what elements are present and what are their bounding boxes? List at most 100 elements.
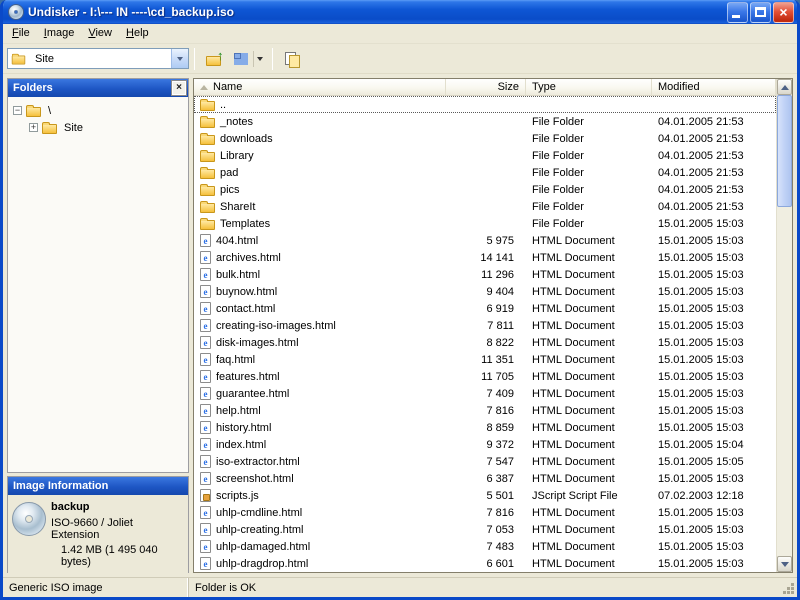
column-header-type[interactable]: Type (526, 79, 652, 96)
file-modified: 07.02.2003 12:18 (652, 490, 776, 502)
folder-icon (200, 186, 215, 196)
minimize-button[interactable] (727, 2, 748, 23)
toolbar-separator (272, 48, 273, 70)
file-modified: 04.01.2005 21:53 (652, 150, 776, 162)
file-type: HTML Document (526, 303, 652, 315)
close-button[interactable]: × (773, 2, 794, 23)
file-row[interactable]: uhlp-damaged.html7 483HTML Document15.01… (194, 538, 776, 555)
file-name: disk-images.html (216, 337, 299, 349)
folder-icon (200, 169, 215, 179)
folder-icon (200, 118, 215, 128)
address-combobox[interactable]: Site (7, 48, 189, 69)
extract-button[interactable] (279, 47, 305, 71)
tree-node-site[interactable]: +Site (10, 119, 186, 136)
file-modified: 15.01.2005 15:03 (652, 303, 776, 315)
file-type: HTML Document (526, 320, 652, 332)
html-document-icon (200, 285, 211, 298)
close-folders-button[interactable]: × (172, 81, 186, 95)
file-row[interactable]: ShareItFile Folder04.01.2005 21:53 (194, 198, 776, 215)
file-size: 11 296 (446, 269, 526, 281)
folder-icon (26, 107, 41, 117)
views-button[interactable] (229, 47, 266, 71)
file-type: File Folder (526, 116, 652, 128)
file-list: NameSizeTypeModified .. _notesFile Folder… (193, 78, 793, 573)
vertical-scrollbar[interactable] (776, 79, 792, 572)
menu-item-help[interactable]: Help (119, 25, 156, 42)
file-row[interactable]: LibraryFile Folder04.01.2005 21:53 (194, 147, 776, 164)
file-row[interactable]: downloadsFile Folder04.01.2005 21:53 (194, 130, 776, 147)
file-name: .. (220, 99, 226, 111)
column-header-name[interactable]: Name (194, 79, 446, 96)
file-name: history.html (216, 422, 271, 434)
file-name: faq.html (216, 354, 255, 366)
collapse-icon[interactable]: − (13, 106, 22, 115)
file-row[interactable]: help.html7 816HTML Document15.01.2005 15… (194, 402, 776, 419)
file-type: HTML Document (526, 337, 652, 349)
file-row[interactable]: faq.html11 351HTML Document15.01.2005 15… (194, 351, 776, 368)
file-row[interactable]: padFile Folder04.01.2005 21:53 (194, 164, 776, 181)
file-name: uhlp-creating.html (216, 524, 303, 536)
file-row[interactable]: creating-iso-images.html7 811HTML Docume… (194, 317, 776, 334)
menu-item-image[interactable]: Image (37, 25, 82, 42)
maximize-button[interactable] (750, 2, 771, 23)
file-row[interactable]: screenshot.html6 387HTML Document15.01.2… (194, 470, 776, 487)
file-type: HTML Document (526, 235, 652, 247)
file-row[interactable]: .. (194, 96, 776, 113)
file-row[interactable]: history.html8 859HTML Document15.01.2005… (194, 419, 776, 436)
file-row[interactable]: features.html11 705HTML Document15.01.20… (194, 368, 776, 385)
file-row[interactable]: TemplatesFile Folder15.01.2005 15:03 (194, 215, 776, 232)
file-type: File Folder (526, 150, 652, 162)
file-row[interactable]: scripts.js5 501JScript Script File07.02.… (194, 487, 776, 504)
file-row[interactable]: 404.html5 975HTML Document15.01.2005 15:… (194, 232, 776, 249)
file-modified: 15.01.2005 15:03 (652, 269, 776, 281)
cd-disc-icon (12, 502, 46, 536)
file-modified: 15.01.2005 15:03 (652, 405, 776, 417)
file-row[interactable]: bulk.html11 296HTML Document15.01.2005 1… (194, 266, 776, 283)
file-type: HTML Document (526, 252, 652, 264)
file-name: buynow.html (216, 286, 277, 298)
file-modified: 15.01.2005 15:03 (652, 388, 776, 400)
folder-icon (200, 101, 215, 111)
file-row[interactable]: contact.html6 919HTML Document15.01.2005… (194, 300, 776, 317)
file-modified: 15.01.2005 15:03 (652, 524, 776, 536)
file-modified: 04.01.2005 21:53 (652, 167, 776, 179)
views-dropdown-icon[interactable] (253, 51, 263, 67)
combobox-dropdown-button[interactable] (171, 49, 188, 68)
scroll-down-button[interactable] (777, 556, 792, 572)
file-row[interactable]: guarantee.html7 409HTML Document15.01.20… (194, 385, 776, 402)
file-row[interactable]: uhlp-cmdline.html7 816HTML Document15.01… (194, 504, 776, 521)
file-modified: 15.01.2005 15:03 (652, 473, 776, 485)
file-row[interactable]: iso-extractor.html7 547HTML Document15.0… (194, 453, 776, 470)
file-row[interactable]: picsFile Folder04.01.2005 21:53 (194, 181, 776, 198)
column-header-size[interactable]: Size (446, 79, 526, 96)
file-modified: 04.01.2005 21:53 (652, 184, 776, 196)
file-row[interactable]: archives.html14 141HTML Document15.01.20… (194, 249, 776, 266)
up-folder-icon: ↑ (206, 52, 223, 66)
scrollbar-thumb[interactable] (777, 95, 792, 207)
file-type: HTML Document (526, 473, 652, 485)
title-bar[interactable]: Undisker - I:\--- IN ----\cd_backup.iso … (3, 0, 797, 24)
expand-icon[interactable]: + (29, 123, 38, 132)
column-header-modified[interactable]: Modified (652, 79, 776, 96)
js-file-icon (200, 489, 211, 502)
html-document-icon (200, 387, 211, 400)
file-row[interactable]: buynow.html9 404HTML Document15.01.2005 … (194, 283, 776, 300)
up-folder-button[interactable]: ↑ (201, 47, 227, 71)
menu-item-view[interactable]: View (81, 25, 119, 42)
file-name: iso-extractor.html (216, 456, 300, 468)
extract-copy-icon (285, 52, 300, 66)
file-row[interactable]: _notesFile Folder04.01.2005 21:53 (194, 113, 776, 130)
html-document-icon (200, 540, 211, 553)
html-document-icon (200, 404, 211, 417)
file-row[interactable]: uhlp-creating.html7 053HTML Document15.0… (194, 521, 776, 538)
tree-node-root[interactable]: −\ (10, 102, 186, 119)
file-size: 6 919 (446, 303, 526, 315)
image-information-body: backup ISO-9660 / Joliet Extension 1.42 … (8, 495, 188, 573)
file-row[interactable]: uhlp-dragdrop.html6 601HTML Document15.0… (194, 555, 776, 572)
scroll-up-button[interactable] (777, 79, 792, 95)
file-row[interactable]: index.html9 372HTML Document15.01.2005 1… (194, 436, 776, 453)
resize-grip[interactable] (781, 578, 797, 597)
file-row[interactable]: disk-images.html8 822HTML Document15.01.… (194, 334, 776, 351)
menu-item-file[interactable]: File (5, 25, 37, 42)
file-type: HTML Document (526, 354, 652, 366)
